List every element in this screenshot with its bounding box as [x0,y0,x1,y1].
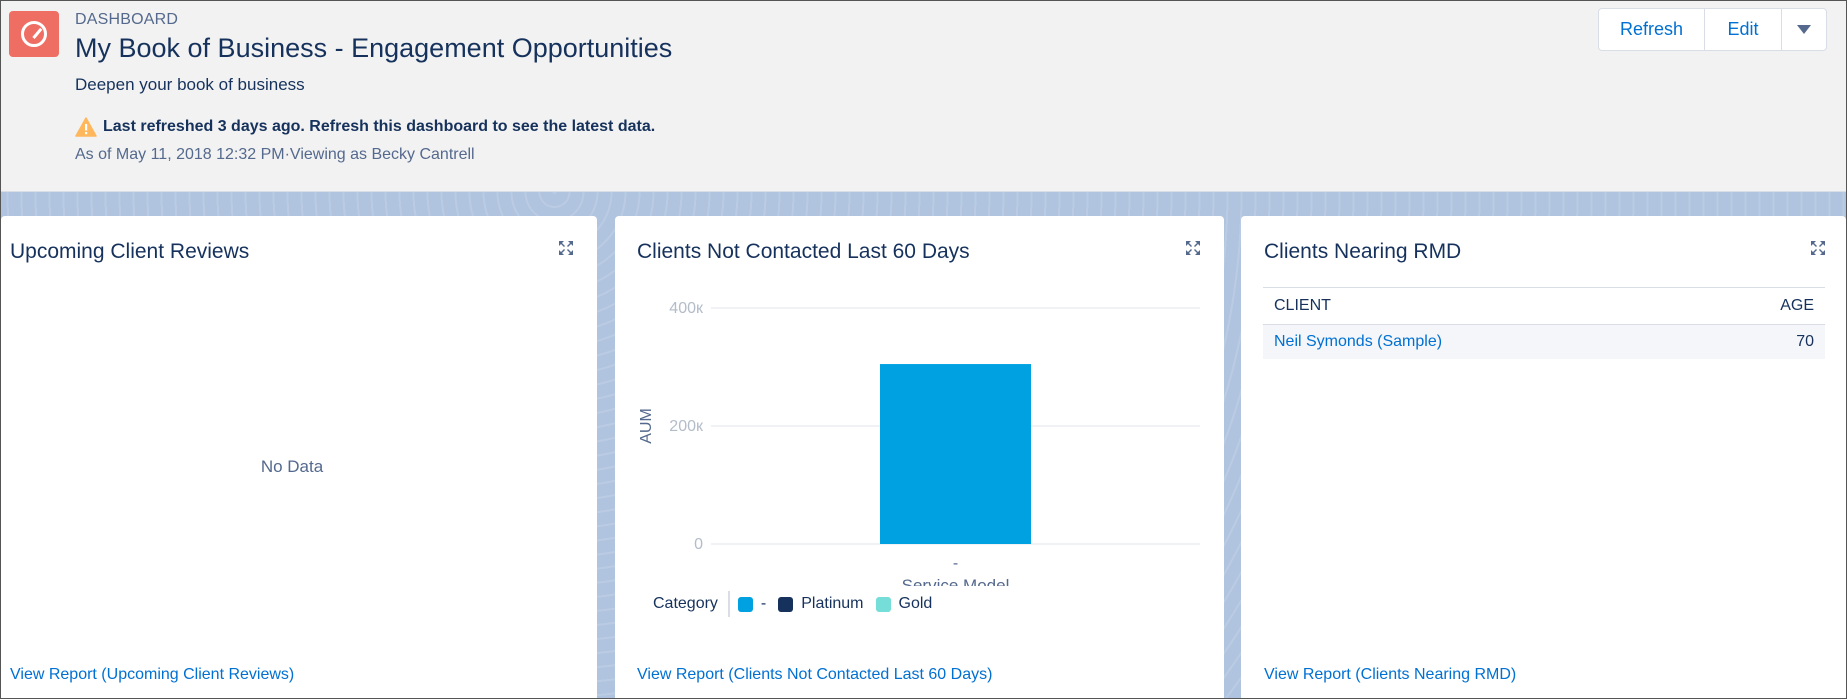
more-actions-button[interactable] [1782,9,1826,50]
dashboard-header: DASHBOARD My Book of Business - Engageme… [1,1,1846,192]
dashboard-icon [9,11,59,57]
client-cell: Neil Symonds (Sample) [1263,324,1698,359]
refresh-button[interactable]: Refresh [1599,9,1705,50]
x-tick-label: - [953,555,958,572]
expand-icon[interactable] [1185,240,1201,256]
y-tick-label: 200к [669,418,704,435]
chevron-down-icon [1797,25,1811,34]
table-row: Neil Symonds (Sample) 70 [1263,324,1825,359]
column-header-client[interactable]: CLIENT [1263,287,1698,325]
table-header-row: CLIENT AGE [1263,287,1825,325]
age-cell: 70 [1697,324,1825,359]
legend-swatch [778,596,794,612]
aum-bar-chart: 0 200к 400к AUM - Service Model [638,300,1200,586]
refresh-warning: Last refreshed 3 days ago. Refresh this … [75,117,655,137]
clients-not-contacted-card: Clients Not Contacted Last 60 Days 0 200к… [615,216,1224,698]
no-data-message: No Data [260,457,324,476]
clients-nearing-rmd-card: Clients Nearing RMD CLIENT AGE Neil Symo… [1241,216,1846,698]
x-axis-label: Service Model [902,576,1010,586]
page-type-label: DASHBOARD [75,11,179,28]
header-actions: Refresh Edit [1598,8,1827,51]
upcoming-client-reviews-card: Upcoming Client Reviews No Data View Rep… [1,216,597,698]
legend-item[interactable]: Gold [875,595,933,613]
view-report-link[interactable]: View Report (Upcoming Client Reviews) [10,666,294,684]
legend-swatch [875,596,891,612]
legend-label: Platinum [801,595,864,612]
page-subtitle: Deepen your book of business [75,75,305,94]
chart-legend: Category - Platinum Gold [653,591,944,617]
expand-icon[interactable] [558,240,574,256]
legend-title: Category [653,595,718,612]
page-title: My Book of Business - Engagement Opportu… [75,33,673,63]
column-header-age[interactable]: AGE [1697,287,1825,325]
legend-item[interactable]: - [737,595,767,613]
legend-swatch [737,596,753,612]
y-tick-label: 0 [694,536,703,553]
as-of-timestamp: As of May 11, 2018 12:32 PM·Viewing as B… [75,146,475,163]
y-axis-label: AUM [638,408,655,444]
view-report-link[interactable]: View Report (Clients Not Contacted Last … [637,666,992,684]
card-title: Clients Nearing RMD [1264,240,1462,263]
legend-label: - [760,595,767,612]
card-title: Upcoming Client Reviews [10,240,250,263]
legend-divider [727,591,730,617]
view-report-link[interactable]: View Report (Clients Nearing RMD) [1264,666,1516,684]
expand-icon[interactable] [1810,240,1826,256]
edit-button[interactable]: Edit [1705,9,1782,50]
legend-item[interactable]: Platinum [778,595,864,613]
rmd-table: CLIENT AGE Neil Symonds (Sample) 70 [1263,287,1825,359]
warning-icon [75,117,97,137]
bar[interactable] [880,364,1031,544]
client-link[interactable]: Neil Symonds (Sample) [1274,333,1442,350]
y-tick-label: 400к [669,300,704,317]
dashboard-frame: DASHBOARD My Book of Business - Engageme… [0,0,1847,699]
refresh-warning-text: Last refreshed 3 days ago. Refresh this … [103,118,656,135]
legend-label: Gold [898,595,933,612]
